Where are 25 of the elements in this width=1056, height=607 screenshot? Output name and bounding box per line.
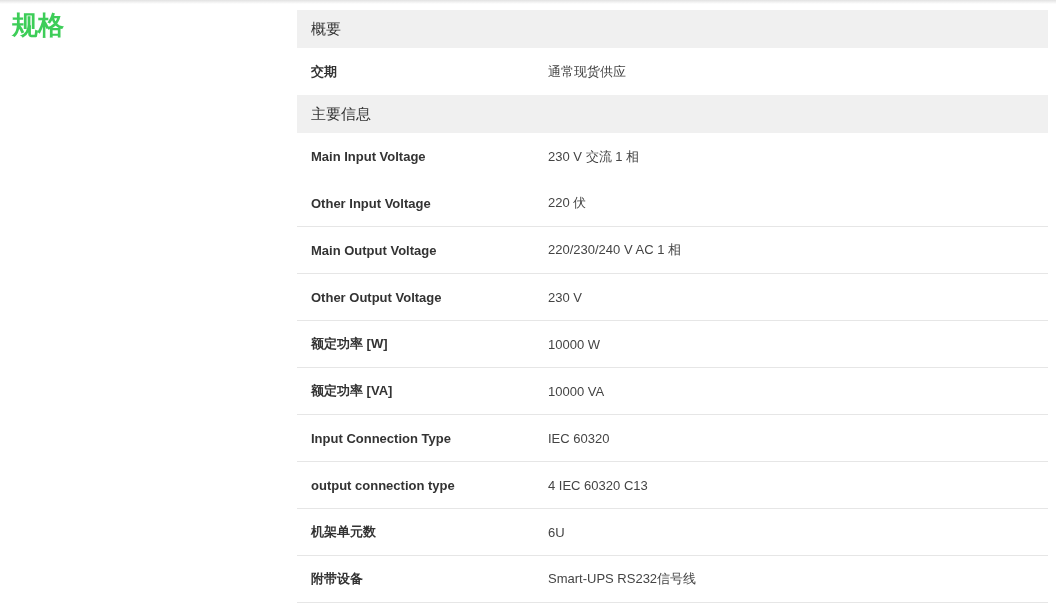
spec-label: 机架单元数 — [311, 523, 377, 541]
table-section-header: 主要信息 — [297, 95, 1048, 133]
spec-value: 10000 VA — [548, 383, 605, 399]
spec-label: output connection type — [311, 477, 456, 493]
spec-label: Main Input Voltage — [311, 149, 427, 164]
spec-label: 额定功率 [W] — [311, 335, 389, 353]
spec-label: Other Input Voltage — [311, 195, 432, 211]
spec-value: 10000 W — [548, 336, 601, 352]
spec-label: Other Output Voltage — [311, 289, 443, 305]
spec-value: 220/230/240 V AC 1 相 — [548, 241, 681, 259]
spec-label: 交期 — [311, 62, 338, 81]
spec-value: 通常现货供应 — [548, 62, 626, 81]
spec-value: 6U — [548, 524, 565, 540]
spec-value: 230 V 交流 1 相 — [548, 147, 640, 166]
spec-value: 220 伏 — [548, 194, 587, 212]
spec-label: Input Connection Type — [311, 430, 452, 446]
section-heading: 规格 — [12, 10, 64, 40]
spec-label: 附带设备 — [311, 570, 364, 588]
spec-label: Main Output Voltage — [311, 242, 438, 258]
spec-value: IEC 60320 — [548, 430, 610, 446]
spec-value: 230 V — [548, 289, 582, 305]
table-section-header: 概要 — [297, 10, 1048, 48]
spec-label: 额定功率 [VA] — [311, 382, 394, 400]
spec-value: Smart-UPS RS232信号线 — [548, 570, 697, 588]
spec-value: 4 IEC 60320 C13 — [548, 477, 648, 493]
